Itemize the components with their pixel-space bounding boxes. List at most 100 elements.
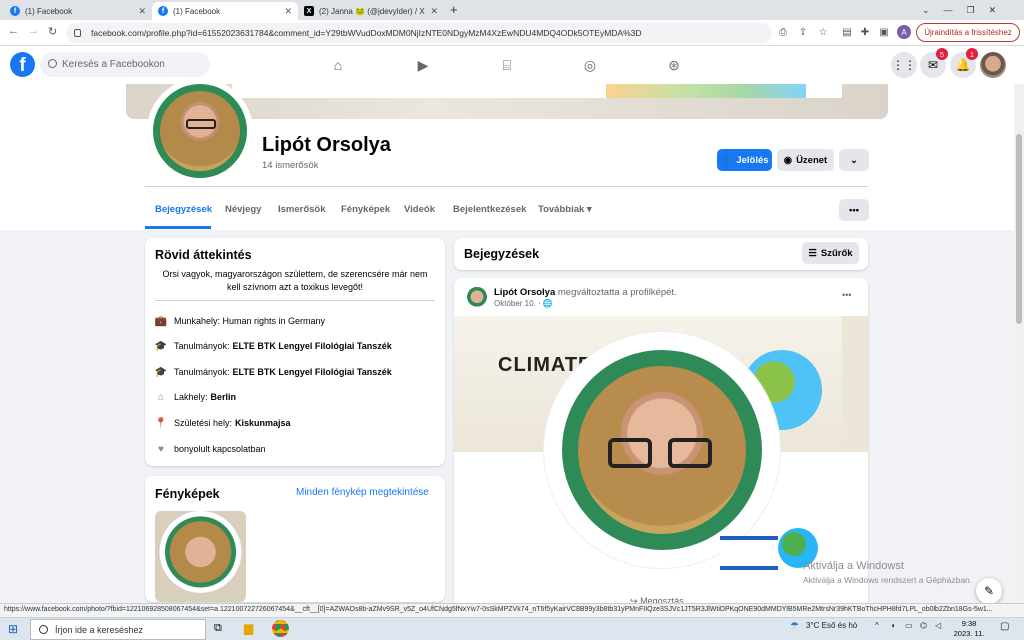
search-icon xyxy=(39,625,48,634)
activation-watermark-subtitle: Aktiválja a Windows rendszert a Gépházba… xyxy=(803,575,973,585)
link-status-bar: https://www.facebook.com/photo/?fbid=122… xyxy=(0,603,1024,617)
page-icon[interactable]: ▤ xyxy=(840,25,854,39)
weather-icon: ☂ xyxy=(790,621,799,632)
account-avatar[interactable] xyxy=(980,52,1006,78)
close-window-icon[interactable]: ✕ xyxy=(989,5,997,16)
tab-posts[interactable]: Bejegyzések xyxy=(155,204,212,215)
bookmark-star-icon[interactable]: ☆ xyxy=(816,25,830,39)
volume-icon[interactable]: ◁ xyxy=(935,621,941,630)
new-tab-button[interactable]: + xyxy=(450,2,458,17)
new-message-icon[interactable]: ✎ xyxy=(976,578,1002,604)
filters-button[interactable]: ☰ Szűrők xyxy=(802,242,859,264)
window-controls: ⌄ — ❐ ✕ xyxy=(922,0,996,20)
clock[interactable]: 9:38 2023. 11. 28. xyxy=(950,619,988,640)
sidebar-icon[interactable]: ▣ xyxy=(877,25,891,39)
sliders-icon: ☰ xyxy=(808,247,817,259)
tray-app-icon[interactable]: ◑ xyxy=(890,621,895,630)
post-author-avatar[interactable] xyxy=(465,286,489,310)
tag-button[interactable]: 👤 Jelölés xyxy=(717,149,772,171)
intro-row-education: 🎓 Tanulmányok: ELTE BTK Lengyel Filológi… xyxy=(154,366,392,378)
battery-icon[interactable]: ▭ xyxy=(905,621,913,630)
weather-text[interactable]: 3°C Eső és hó xyxy=(806,621,857,630)
more-dots-icon: ••• xyxy=(849,204,859,216)
chevron-down-icon: ⌄ xyxy=(850,154,858,166)
tab-about[interactable]: Névjegy xyxy=(225,204,261,215)
tab-checkins[interactable]: Bejelentkezések xyxy=(453,204,526,215)
location-pin-icon: 📍 xyxy=(154,417,168,429)
browser-profile-avatar[interactable]: A xyxy=(897,25,911,39)
messenger-badge: 5 xyxy=(936,48,948,60)
url-input[interactable]: facebook.com/profile.php?id=615520236317… xyxy=(66,23,772,43)
restart-update-button[interactable]: Újraindítás a frissítéshez xyxy=(916,23,1020,42)
browser-tab[interactable]: X (2) Janna 🐸 (@jdevylder) / X ✕ xyxy=(298,2,444,20)
close-icon[interactable]: ✕ xyxy=(284,6,292,17)
lock-icon xyxy=(74,29,81,37)
menu-grid-icon[interactable]: ⋮⋮ xyxy=(891,52,917,78)
network-icon[interactable]: ⌬ xyxy=(920,621,927,630)
notifications-center-icon[interactable]: ▢ xyxy=(1000,621,1009,632)
install-icon[interactable]: ⎙ xyxy=(776,25,790,39)
file-explorer-icon[interactable]: ▆ xyxy=(244,621,253,635)
profile-name: Lipót Orsolya xyxy=(262,134,391,156)
active-tab-indicator xyxy=(145,226,211,229)
windows-start-icon[interactable]: ⊞ xyxy=(8,622,18,636)
tab-photos[interactable]: Fényképek xyxy=(341,204,390,215)
profile-more-button[interactable]: ••• xyxy=(839,199,869,221)
facebook-logo-icon[interactable]: f xyxy=(10,52,35,77)
share-icon[interactable]: ⇪ xyxy=(796,25,810,39)
post-options-icon[interactable]: ••• xyxy=(842,290,851,300)
back-icon[interactable]: ← xyxy=(8,25,19,37)
see-all-photos-link[interactable]: Minden fénykép megtekintése xyxy=(296,487,429,498)
graduation-cap-icon: 🎓 xyxy=(154,366,168,378)
forward-icon[interactable]: → xyxy=(28,25,39,37)
facebook-icon: f xyxy=(10,6,20,16)
close-icon[interactable]: ✕ xyxy=(138,6,146,17)
close-icon[interactable]: ✕ xyxy=(430,6,438,17)
browser-tab-active[interactable]: f (1) Facebook ✕ xyxy=(152,2,298,20)
reload-icon[interactable]: ↻ xyxy=(48,25,57,38)
video-nav-icon[interactable]: ▶ xyxy=(413,55,433,75)
tray-chevron-icon[interactable]: ^ xyxy=(875,621,879,630)
tab-more[interactable]: Továbbiak ▾ xyxy=(538,204,592,215)
extensions-icon[interactable]: ✚ xyxy=(858,25,872,39)
gaming-nav-icon[interactable]: ⊛ xyxy=(664,55,684,75)
notifications-badge: 1 xyxy=(966,48,978,60)
home-icon: ⌂ xyxy=(157,391,165,403)
profile-frame-image xyxy=(544,332,818,570)
message-button[interactable]: ◉ Üzenet xyxy=(777,149,834,171)
intro-bio: Orsi vagyok, magyarországon születtem, d… xyxy=(162,269,428,292)
task-view-icon[interactable]: ⧉ xyxy=(214,622,222,635)
taskbar-search-input[interactable]: Írjon ide a kereséshez xyxy=(30,619,206,640)
globe-icon: 🌐 xyxy=(542,299,553,308)
profile-picture[interactable] xyxy=(147,78,253,184)
divider xyxy=(145,186,868,187)
restore-icon[interactable]: ❐ xyxy=(967,5,975,16)
browser-tab[interactable]: f (1) Facebook ✕ xyxy=(4,2,152,20)
person-add-icon: 👤 xyxy=(720,154,733,166)
photo-thumbnail[interactable] xyxy=(155,511,246,602)
intro-row-work: 💼 Munkahely: Human rights in Germany xyxy=(154,315,326,327)
heart-icon: ♥ xyxy=(158,443,164,455)
chevron-down-icon[interactable]: ⌄ xyxy=(922,5,930,16)
x-icon: X xyxy=(304,6,314,16)
home-nav-icon[interactable]: ⌂ xyxy=(328,55,348,75)
more-options-button[interactable]: ⌄ xyxy=(839,149,869,171)
tab-videos[interactable]: Videók xyxy=(404,204,435,215)
page-scrollbar[interactable] xyxy=(1014,84,1024,603)
minimize-icon[interactable]: — xyxy=(944,5,953,15)
facebook-search-input[interactable]: Keresés a Facebookon xyxy=(40,52,210,77)
chrome-icon[interactable] xyxy=(272,620,289,637)
post-date[interactable]: Október 10. · 🌐 xyxy=(494,299,553,308)
intro-row-relationship: ♥ bonyolult kapcsolatban xyxy=(155,442,266,456)
facebook-icon: f xyxy=(158,6,168,16)
post-author[interactable]: Lipót Orsolya xyxy=(494,287,555,298)
briefcase-icon: 💼 xyxy=(154,315,168,327)
marketplace-nav-icon[interactable]: ⌸ xyxy=(497,55,517,75)
tab-friends[interactable]: Ismerősök xyxy=(278,204,326,215)
intro-row-education: 🎓 Tanulmányok: ELTE BTK Lengyel Filológi… xyxy=(154,340,392,352)
friends-count[interactable]: 14 ismerősök xyxy=(262,160,319,171)
intro-row-residence: ⌂ Lakhely: Berlin xyxy=(155,390,236,404)
post-image[interactable]: CLIMATE xyxy=(454,316,868,588)
browser-tab-bar: f (1) Facebook ✕ f (1) Facebook ✕ X (2) … xyxy=(0,0,1024,20)
groups-nav-icon[interactable]: ◎ xyxy=(580,55,600,75)
